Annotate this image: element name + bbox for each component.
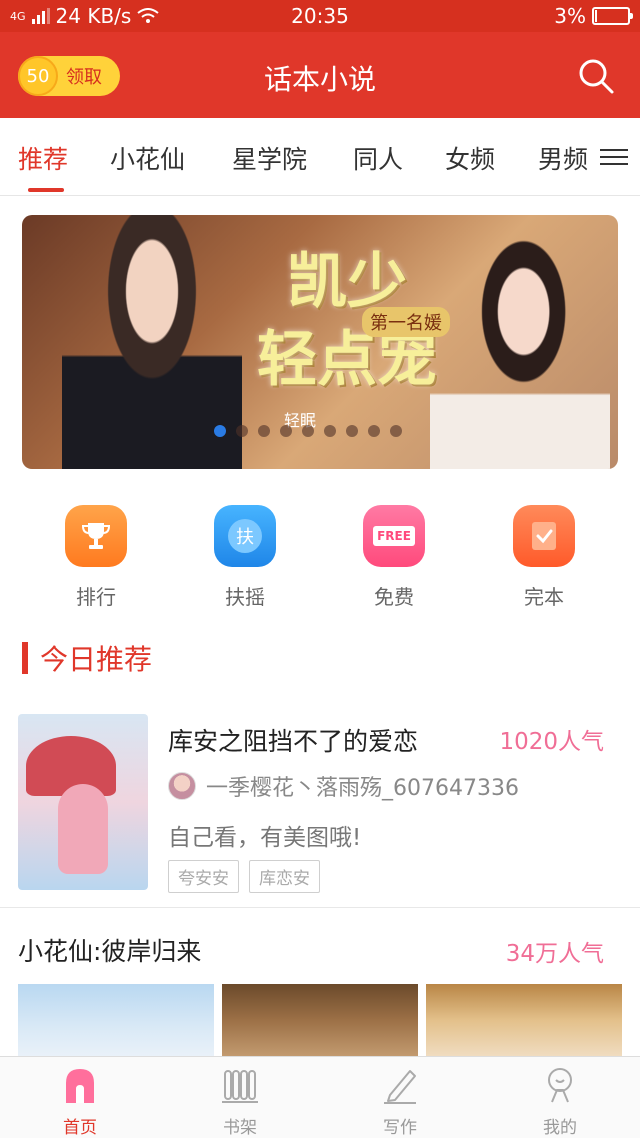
nav-bookshelf[interactable]: 书架	[180, 1065, 300, 1138]
bookshelf-icon	[222, 1070, 258, 1103]
book-tag[interactable]: 库恋安	[249, 860, 320, 893]
cover-figure	[58, 784, 108, 874]
category-tabs: 推荐 小花仙 星学院 同人 女频 男频	[0, 118, 640, 196]
carousel-dot[interactable]	[324, 425, 336, 437]
tab-recommend[interactable]: 推荐	[18, 140, 68, 176]
menu-line	[600, 163, 628, 165]
status-time: 20:35	[291, 4, 349, 28]
quick-entry-label: 完本	[524, 585, 564, 609]
search-icon	[579, 59, 614, 94]
profile-icon	[548, 1068, 572, 1103]
carousel-dot[interactable]	[302, 425, 314, 437]
status-right: 3%	[554, 4, 633, 28]
menu-line	[600, 149, 628, 151]
app-header: 50 领取 话本小说	[0, 32, 640, 118]
nav-home[interactable]: 首页	[20, 1065, 140, 1138]
section2-thumbnails	[18, 984, 622, 1056]
book-tags: 夸安安 库恋安	[168, 860, 320, 893]
free-icon: FREE	[363, 505, 425, 567]
tab-xiaohuaxian[interactable]: 小花仙	[110, 140, 185, 176]
status-bar: 4G 24 KB/s 20:35 3%	[0, 0, 640, 32]
carousel-dot[interactable]	[390, 425, 402, 437]
carousel-dot[interactable]	[346, 425, 358, 437]
book-tag[interactable]: 夸安安	[168, 860, 239, 893]
carousel-dot[interactable]	[280, 425, 292, 437]
quick-entry-completed[interactable]: 完本	[484, 505, 604, 610]
nav-label: 首页	[63, 1118, 97, 1138]
tab-nvpin[interactable]: 女频	[445, 140, 495, 176]
thumbnail-palace[interactable]	[426, 984, 622, 1056]
trophy-icon	[65, 505, 127, 567]
quick-entry-free[interactable]: FREE 免费	[334, 505, 454, 610]
avatar	[168, 772, 196, 800]
section2-popularity: 34万人气	[505, 941, 604, 967]
nav-label: 我的	[543, 1118, 577, 1138]
quick-entry-ranking[interactable]: 排行	[36, 505, 156, 610]
carousel-dots	[214, 425, 402, 437]
nav-label: 书架	[223, 1118, 257, 1138]
carousel-dot[interactable]	[258, 425, 270, 437]
pen-icon	[384, 1070, 416, 1104]
banner-title-line2: 轻点宠	[257, 325, 437, 395]
quick-entries: 排行 扶 扶摇 FREE 免费 完本	[0, 505, 640, 615]
fuyao-badge: 扶	[228, 519, 262, 553]
tab-xingxueyuan[interactable]: 星学院	[232, 140, 307, 176]
tab-nanpin[interactable]: 男频	[538, 140, 588, 176]
quick-entry-label: 扶摇	[225, 585, 265, 609]
book-description: 自己看，有美图哦!	[168, 825, 362, 851]
today-recommend-header: 今日推荐	[22, 640, 152, 676]
menu-line	[600, 156, 628, 158]
quick-entry-label: 排行	[76, 585, 116, 609]
section-title: 今日推荐	[40, 643, 153, 676]
carousel-dot[interactable]	[368, 425, 380, 437]
section-marker	[22, 642, 28, 674]
book-card[interactable]: 库安之阻挡不了的爱恋 1020人气 一季樱花丶落雨殇_607647336 自己看…	[0, 712, 640, 908]
app-title: 话本小说	[263, 63, 376, 96]
nav-write[interactable]: 写作	[340, 1065, 460, 1138]
battery-icon	[592, 7, 633, 25]
section2-title[interactable]: 小花仙:彼岸归来	[18, 932, 201, 968]
home-icon	[66, 1069, 94, 1103]
nav-label: 写作	[383, 1118, 417, 1138]
book-cover	[18, 714, 148, 890]
check-book-icon	[513, 505, 575, 567]
tab-tongren[interactable]: 同人	[353, 140, 403, 176]
fuyao-icon: 扶	[214, 505, 276, 567]
thumbnail-hall[interactable]	[222, 984, 418, 1056]
banner-title: 凯少 轻点宠	[182, 243, 512, 399]
banner-title-line1: 凯少	[287, 247, 407, 317]
quick-entry-fuyao[interactable]: 扶 扶摇	[185, 505, 305, 610]
search-button[interactable]	[576, 56, 616, 96]
tabs-menu-button[interactable]	[600, 144, 630, 170]
book-author-row[interactable]: 一季樱花丶落雨殇_607647336	[168, 770, 519, 802]
author-name: 一季樱花丶落雨殇_607647336	[206, 776, 519, 801]
free-badge: FREE	[373, 526, 415, 546]
book-title: 库安之阻挡不了的爱恋	[168, 727, 419, 756]
thumbnail-castle[interactable]	[18, 984, 214, 1056]
active-tab-indicator	[28, 188, 64, 192]
battery-percent: 3%	[554, 4, 586, 28]
carousel-dot[interactable]	[214, 425, 226, 437]
quick-entry-label: 免费	[374, 585, 414, 609]
bottom-navigation: 首页 书架 写作 我的	[0, 1056, 640, 1138]
carousel-dot[interactable]	[236, 425, 248, 437]
nav-profile[interactable]: 我的	[500, 1065, 620, 1138]
book-popularity: 1020人气	[499, 729, 604, 755]
banner-subtitle: 第一名媛	[362, 307, 450, 337]
featured-banner[interactable]: 凯少 轻点宠 第一名媛 轻眠	[22, 215, 618, 469]
